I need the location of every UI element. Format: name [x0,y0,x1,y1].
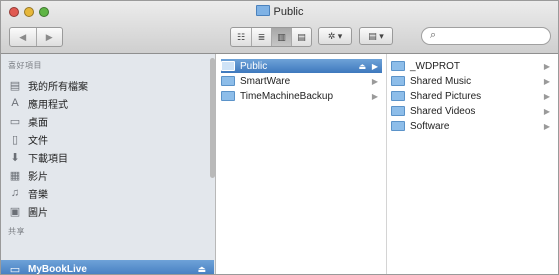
folder-icon [391,106,405,116]
sidebar-item-label: 文件 [28,135,48,147]
folder-icon [391,61,405,71]
chevron-right-icon: ▶ [543,76,550,86]
sidebar-item-label: MyBookLive [28,263,87,275]
chevron-right-icon: ▶ [543,61,550,71]
column-item-label: SmartWare [240,75,291,87]
column-item-shared-videos[interactable]: Shared Videos ▶ [391,104,554,118]
eject-icon[interactable]: ⏏ [197,264,206,275]
column-item-label: Shared Pictures [410,90,482,102]
sidebar-item-music[interactable]: ♫ 音樂 [8,184,48,202]
folder-icon [391,76,405,86]
music-icon: ♫ [10,187,20,199]
coverflow-view-button[interactable]: ▤ [291,28,311,46]
folder-icon [221,61,235,71]
sidebar-item-mybooklive[interactable]: ▭ MyBookLive ⏏ [1,260,214,275]
folder-icon [391,91,405,101]
nav-buttons: ◀ ▶ [9,27,63,47]
sidebar-item-label: 圖片 [28,207,48,219]
list-view-button[interactable]: ≣ [251,28,271,46]
column-item-software[interactable]: Software ▶ [391,119,554,133]
search-input[interactable] [421,27,551,45]
chevron-right-icon: ▶ [371,76,378,86]
sidebar-item-label: 影片 [28,171,48,183]
sidebar-item-desktop[interactable]: ▭ 桌面 [8,112,48,130]
sidebar-item-pictures[interactable]: ▣ 圖片 [8,202,48,220]
view-switcher: ☷ ≣ ▥ ▤ [230,27,312,47]
forward-button[interactable]: ▶ [35,28,63,46]
sidebar-item-applications[interactable]: A 應用程式 [8,94,68,112]
sidebar-item-documents[interactable]: ▯ 文件 [8,130,48,148]
column-item-label: Public [240,60,268,72]
chevron-right-icon: ▶ [371,61,378,71]
browser-column-2: _WDPROT ▶ Shared Music ▶ Shared Pictures… [387,54,558,274]
movies-icon: ▦ [9,169,21,182]
folder-icon [221,91,235,101]
action-menu-button[interactable]: ✲ ▾ [318,27,352,45]
column-item-smartware[interactable]: SmartWare ▶ [221,74,382,88]
column-item-shared-music[interactable]: Shared Music ▶ [391,74,554,88]
back-button[interactable]: ◀ [10,28,36,46]
column-item-label: Shared Music [410,75,472,87]
icon-view-button[interactable]: ☷ [231,28,251,46]
folder-icon [221,76,235,86]
arrange-menu-button[interactable]: ▤ ▾ [359,27,393,45]
column-item-wdprot[interactable]: _WDPROT ▶ [391,59,554,73]
sidebar-item-label: 應用程式 [28,99,68,111]
documents-icon: ▯ [11,133,19,146]
column-item-label: TimeMachineBackup [240,90,334,102]
column-view-button[interactable]: ▥ [271,28,291,46]
sidebar-scrollbar[interactable] [210,58,215,178]
sidebar-item-downloads[interactable]: ⬇ 下載項目 [8,148,68,166]
network-drive-icon: ▭ [9,263,21,275]
shared-header: 共享 [8,227,25,236]
applications-icon: A [11,97,19,109]
finder-window: Public ◀ ▶ ☷ ≣ ▥ ▤ ✲ ▾ ▤ ▾ ⌕ 喜好項目 ▤ 我的所有… [0,0,559,275]
sidebar-item-label: 我的所有檔案 [28,81,88,93]
pictures-icon: ▣ [9,205,21,218]
chevron-right-icon: ▶ [543,106,550,116]
sidebar-item-all-files[interactable]: ▤ 我的所有檔案 [8,76,88,94]
column-item-public[interactable]: Public ⏏ ▶ [221,59,382,73]
column-item-shared-pictures[interactable]: Shared Pictures ▶ [391,89,554,103]
window-title: Public [1,5,558,18]
toolbar: Public ◀ ▶ ☷ ≣ ▥ ▤ ✲ ▾ ▤ ▾ ⌕ [1,1,558,54]
column-item-timemachinebackup[interactable]: TimeMachineBackup ▶ [221,89,382,103]
chevron-right-icon: ▶ [543,91,550,101]
folder-icon [255,5,270,16]
sidebar-item-movies[interactable]: ▦ 影片 [8,166,48,184]
sidebar: 喜好項目 ▤ 我的所有檔案 A 應用程式 ▭ 桌面 ▯ 文件 ⬇ 下載項目 ▦ … [1,54,216,275]
folder-icon [391,121,405,131]
sidebar-item-label: 桌面 [28,117,48,129]
chevron-right-icon: ▶ [371,91,378,101]
browser-column-1: Public ⏏ ▶ SmartWare ▶ TimeMachineBackup… [217,54,387,274]
favorites-header: 喜好項目 [8,61,42,70]
column-item-label: Software [410,120,450,132]
window-title-text: Public [273,6,304,18]
column-item-label: _WDPROT [410,60,460,72]
downloads-icon: ⬇ [10,151,20,164]
column-item-label: Shared Videos [410,105,476,117]
search-icon: ⌕ [430,29,437,41]
sidebar-item-label: 音樂 [28,189,48,201]
all-files-icon: ▤ [9,79,21,92]
eject-icon[interactable]: ⏏ [358,62,366,71]
chevron-right-icon: ▶ [543,121,550,131]
sidebar-item-label: 下載項目 [28,153,68,165]
desktop-icon: ▭ [9,115,21,128]
